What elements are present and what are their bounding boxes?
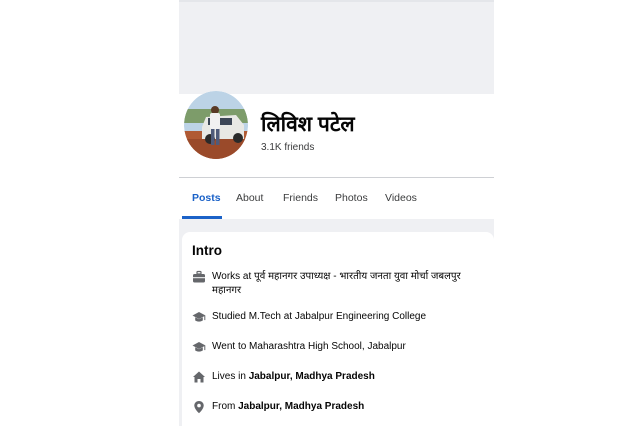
intro-from-prefix: From: [212, 401, 239, 412]
intro-card: Intro Works at पूर्व महानगर उपाध्यक्ष - …: [182, 232, 494, 426]
intro-education-text[interactable]: Studied M.Tech at Jabalpur Engineering C…: [212, 310, 492, 324]
intro-title: Intro: [192, 243, 222, 258]
tab-about[interactable]: About: [236, 192, 263, 204]
briefcase-icon: [192, 270, 206, 284]
tab-posts[interactable]: Posts: [192, 192, 221, 204]
intro-from-text: From Jabalpur, Madhya Pradesh: [212, 400, 492, 414]
graduation-cap-icon: [192, 310, 206, 324]
tab-videos[interactable]: Videos: [385, 192, 417, 204]
active-tab-indicator: [182, 216, 222, 219]
profile-tabs: Posts About Friends Photos Videos: [179, 178, 494, 219]
intro-work-text: Works at पूर्व महानगर उपाध्यक्ष - भारतीय…: [212, 270, 492, 298]
intro-school-text[interactable]: Went to Maharashtra High School, Jabalpu…: [212, 340, 492, 354]
intro-work-prefix: Works at: [212, 271, 255, 282]
intro-lives-in-prefix: Lives in: [212, 371, 249, 382]
graduation-cap-icon: [192, 340, 206, 354]
profile-name: लिविश पटेल: [261, 113, 355, 136]
avatar[interactable]: [184, 91, 248, 159]
profile-column: लिविश पटेल 3.1K friends Posts About Frie…: [179, 0, 494, 426]
profile-header: लिविश पटेल 3.1K friends Posts About Frie…: [179, 91, 494, 219]
location-pin-icon: [192, 400, 206, 414]
intro-from-city[interactable]: Jabalpur, Madhya Pradesh: [238, 401, 364, 412]
friends-count[interactable]: 3.1K friends: [261, 142, 314, 153]
intro-lives-in-text: Lives in Jabalpur, Madhya Pradesh: [212, 370, 492, 384]
tab-friends[interactable]: Friends: [283, 192, 318, 204]
home-icon: [192, 370, 206, 384]
intro-lives-in-city[interactable]: Jabalpur, Madhya Pradesh: [249, 371, 375, 382]
page: लिविश पटेल 3.1K friends Posts About Frie…: [0, 0, 640, 426]
tab-photos[interactable]: Photos: [335, 192, 368, 204]
cover-photo-area[interactable]: [179, 0, 494, 94]
